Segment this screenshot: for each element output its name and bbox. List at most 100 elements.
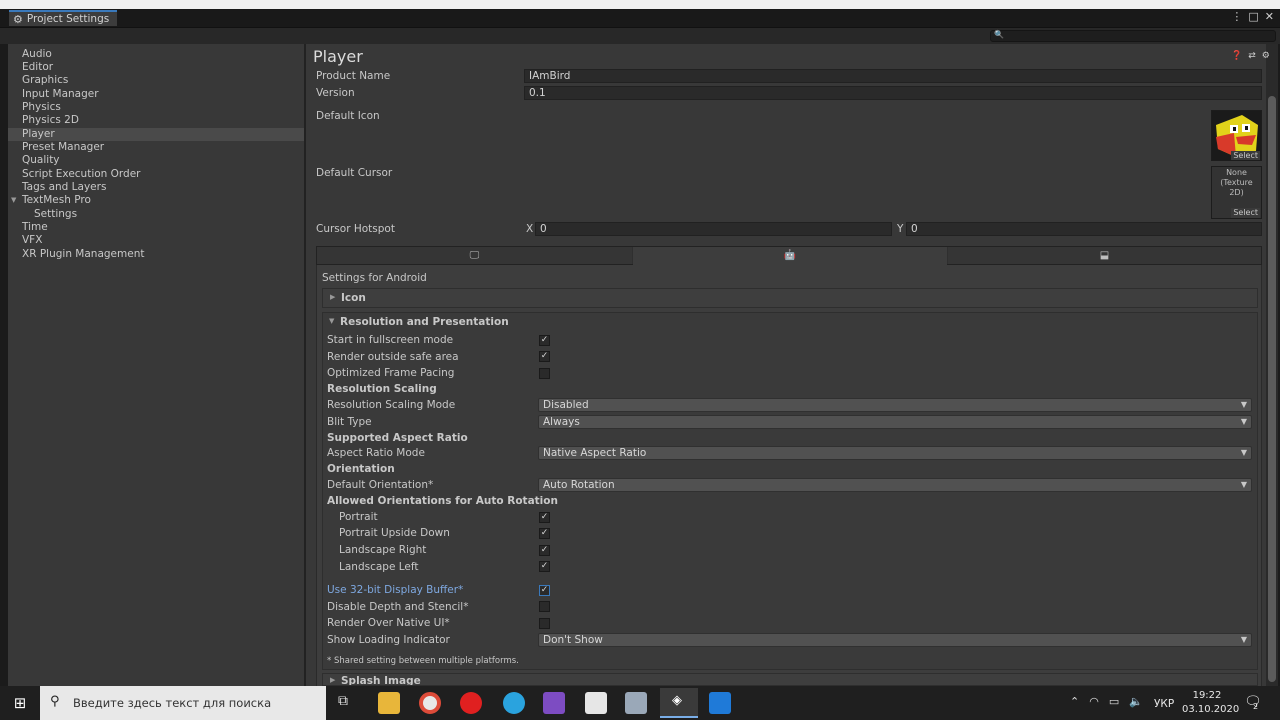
cursor-select-button[interactable]: Select [1231,208,1260,218]
html5-icon: ⬓ [1099,250,1110,261]
wifi-icon[interactable]: ◠ [1089,695,1099,708]
sidebar-item-script-execution-order[interactable]: Script Execution Order [8,168,304,181]
sidebar-item-xr-plugin-management[interactable]: XR Plugin Management [8,248,304,261]
gear-icon: ⚙ [13,12,23,26]
frame-pacing-checkbox[interactable] [539,368,550,379]
portrait-checkbox[interactable]: ✓ [539,512,550,523]
sidebar-item-player[interactable]: Player [8,128,304,141]
portrait-label: Portrait [339,511,378,523]
render-outside-safe-checkbox[interactable]: ✓ [539,351,550,362]
disable-depth-checkbox[interactable] [539,601,550,612]
chat-app-icon[interactable] [585,692,607,714]
default-cursor-slot[interactable]: None (Texture 2D) Select [1211,166,1262,219]
settings-search-input[interactable]: 🔍 [990,30,1276,42]
default-icon-slot[interactable]: Select [1211,110,1262,161]
tab-android[interactable]: 🤖 [633,247,947,265]
taskbar-search-box[interactable]: ⚲ Введите здесь текст для поиска [40,686,326,720]
sidebar-item-vfx[interactable]: VFX [8,234,304,247]
more-menu-icon[interactable]: ⋮ [1231,10,1242,23]
sidebar-item-time[interactable]: Time [8,221,304,234]
icon-select-button[interactable]: Select [1231,151,1260,160]
settings-gear-icon[interactable]: ⚙ [1262,51,1270,61]
landscape-left-checkbox[interactable]: ✓ [539,561,550,572]
maximize-icon[interactable]: □ [1248,10,1258,23]
tab-standalone[interactable]: 🖵 [317,247,632,264]
sidebar-item-editor[interactable]: Editor [8,61,304,74]
system-tray: ⌃ ◠ ▭ 🔈 [1070,695,1143,708]
dropdown-value: Native Aspect Ratio [543,447,647,459]
scaling-mode-label: Resolution Scaling Mode [327,399,456,411]
hotspot-y-input[interactable]: 0 [906,222,1262,236]
render-over-native-label: Render Over Native UI* [327,617,450,629]
icon-section-title: Icon [341,292,366,304]
sidebar-item-physics-2d[interactable]: Physics 2D [8,114,304,127]
render-over-native-checkbox[interactable] [539,618,550,629]
sidebar-item-quality[interactable]: Quality [8,154,304,167]
loading-indicator-dropdown[interactable]: Don't Show ▼ [538,633,1252,647]
help-icon[interactable]: ❓ [1231,51,1242,61]
cursor-type-text: (Texture 2D) [1220,178,1253,197]
page-title: Player [313,47,363,66]
blit-type-dropdown[interactable]: Always ▼ [538,415,1252,429]
resolution-section-header[interactable]: ▼ Resolution and Presentation [322,312,1258,332]
chevron-up-icon[interactable]: ⌃ [1070,695,1079,708]
telegram-icon[interactable] [503,692,525,714]
collapse-triangle-icon: ▶ [330,676,336,684]
sidebar-item-preset-manager[interactable]: Preset Manager [8,141,304,154]
project-settings-tab[interactable]: ⚙ Project Settings [9,10,118,26]
monitor-icon: 🖵 [469,250,480,261]
dropdown-value: Don't Show [543,634,603,646]
file-explorer-icon[interactable] [378,692,400,714]
disable-depth-label: Disable Depth and Stencil* [327,601,469,613]
mail-icon[interactable] [709,692,731,714]
product-name-input[interactable]: IAmBird [524,69,1262,83]
settings-for-android-label: Settings for Android [322,272,427,284]
close-icon[interactable]: ✕ [1265,10,1274,23]
volume-icon[interactable]: 🔈 [1129,695,1143,708]
dropdown-value: Disabled [543,399,589,411]
clock[interactable]: 19:22 03.10.2020 [1182,689,1239,717]
start-fullscreen-checkbox[interactable]: ✓ [539,335,550,346]
cursor-hotspot-label: Cursor Hotspot [316,223,395,235]
expand-triangle-icon[interactable]: ▼ [11,194,16,207]
cursor-none-text: None [1226,168,1247,177]
sidebar-item-textmesh-settings[interactable]: Settings [8,208,304,221]
battery-icon[interactable]: ▭ [1109,695,1119,708]
resolution-scaling-heading: Resolution Scaling [327,383,437,395]
default-icon-label: Default Icon [316,110,380,122]
sidebar-item-physics[interactable]: Physics [8,101,304,114]
scaling-mode-dropdown[interactable]: Disabled ▼ [538,398,1252,412]
landscape-right-checkbox[interactable]: ✓ [539,545,550,556]
unity-taskbar-button[interactable]: ◈ [660,688,698,718]
icon-section-header[interactable]: ▶ Icon [322,288,1258,308]
splash-section-header[interactable]: ▶ Splash Image [322,673,1258,686]
tab-webgl[interactable]: ⬓ [948,247,1261,264]
aspect-mode-dropdown[interactable]: Native Aspect Ratio ▼ [538,446,1252,460]
portrait-upside-checkbox[interactable]: ✓ [539,528,550,539]
notifications-icon[interactable]: 🗨 2 [1244,694,1262,711]
blit-type-label: Blit Type [327,416,372,428]
chrome-icon[interactable] [419,692,441,714]
remote-desktop-icon[interactable] [625,692,647,714]
version-input[interactable]: 0.1 [524,86,1262,100]
loading-indicator-label: Show Loading Indicator [327,634,450,646]
task-view-icon[interactable]: ⧉ [338,693,348,709]
language-indicator[interactable]: УКР [1154,698,1174,710]
sidebar-item-input-manager[interactable]: Input Manager [8,88,304,101]
windows-start-icon[interactable]: ⊞ [0,686,40,720]
scrollbar-thumb[interactable] [1268,96,1276,682]
sidebar-item-tags-and-layers[interactable]: Tags and Layers [8,181,304,194]
youtube-music-icon[interactable] [460,692,482,714]
visual-studio-icon[interactable] [543,692,565,714]
hotspot-x-input[interactable]: 0 [535,222,892,236]
display-buffer-checkbox[interactable]: ✓ [539,585,550,596]
sidebar-item-audio[interactable]: Audio [8,48,304,61]
settings-sidebar: Audio Editor Graphics Input Manager Phys… [8,44,304,686]
hotspot-y-label: Y [897,223,904,235]
sidebar-item-textmesh-pro[interactable]: ▼ TextMesh Pro [8,194,304,207]
preset-icon[interactable]: ⇄ [1248,51,1256,61]
frame-pacing-label: Optimized Frame Pacing [327,367,455,379]
sidebar-item-graphics[interactable]: Graphics [8,74,304,87]
collapse-triangle-icon: ▶ [330,293,336,301]
default-orientation-dropdown[interactable]: Auto Rotation ▼ [538,478,1252,492]
